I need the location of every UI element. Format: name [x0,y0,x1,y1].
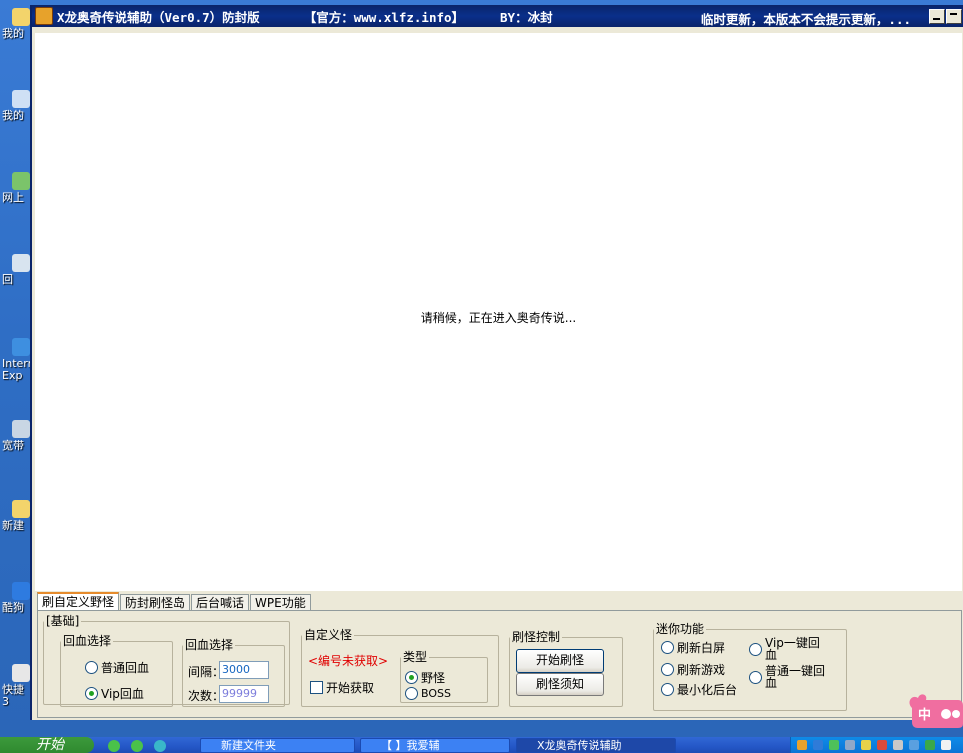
minimize-button[interactable] [929,9,945,24]
radio-vip-heal[interactable]: Vip回血 [85,685,144,702]
farm-control-legend: 刷怪控制 [512,630,561,644]
taskbar: 开始 新建文件夹 【 】我爱辅 X龙奥奇传说辅助 [0,737,963,753]
shortcut-icon [12,664,30,682]
official-site: 【官方：www.xlfz.info】 [303,9,465,25]
app-icon [35,7,53,25]
recycle-bin-icon [12,254,30,272]
custom-monster-legend: 自定义怪 [304,628,353,642]
kugou-icon [12,582,30,600]
update-notice: 临时更新，本版本不会提示更新，... [700,12,911,27]
tray-volume-icon[interactable] [941,740,951,750]
radio-circle-icon [749,670,762,684]
radio-refresh-game[interactable]: 刷新游戏 [661,661,725,678]
heal-settings-legend: 回血选择 [185,638,234,652]
start-fetch-checkbox[interactable]: 开始获取 [310,679,374,696]
taskbar-item-browser[interactable]: 【 】我爱辅 [360,738,510,753]
ime-label: 中 [918,708,932,723]
tab-anti-ban-island[interactable]: 防封刷怪岛 [120,594,191,611]
game-view[interactable]: 请稍候，正在进入奥奇传说... [35,33,962,591]
mini-functions-group: 迷你功能 刷新白屏 Vip一键回血 刷新游戏 普通一键回血 最小化后台 [653,623,847,711]
farm-notes-button[interactable]: 刷怪须知 [516,673,604,696]
radio-normal-quick-heal[interactable]: 普通一键回血 [749,665,829,689]
heal-mode-legend: 回血选择 [63,634,112,648]
tab-background-chat[interactable]: 后台喊话 [191,594,250,611]
title-bar[interactable]: X龙奥奇传说辅助（Ver0.7）防封版 【官方：www.xlfz.info】 B… [32,5,963,27]
computer-icon [12,90,30,108]
radio-circle-icon [661,641,674,654]
tab-bar: 刷自定义野怪 防封刷怪岛 后台喊话 WPE功能 [37,592,312,612]
taskbar-item-folder[interactable]: 新建文件夹 [200,738,355,753]
tray-icon[interactable] [909,740,919,750]
author: BY：冰封 [500,9,553,25]
minimize-icon [933,18,940,20]
tray-icon[interactable] [877,740,887,750]
desktop-icon-ie[interactable]: Internet Exp [2,338,46,382]
basic-group: [基础] 回血选择 普通回血 Vip回血 回血选择 间隔： 3000 次数： 9… [43,614,290,707]
desktop-icon-network[interactable]: 网上 [2,172,32,204]
radio-circle-icon [749,642,762,656]
window-title: X龙奥奇传说辅助（Ver0.7）防封版 [57,9,260,25]
maximize-icon [950,13,957,15]
custom-monster-group: 自定义怪 <编号未获取> 开始获取 类型 野怪 BOSS [301,629,499,707]
count-input[interactable]: 99999 [219,685,269,703]
radio-wild-monster[interactable]: 野怪 [405,669,445,686]
radio-circle-icon [661,663,674,676]
tab-custom-monster[interactable]: 刷自定义野怪 [37,592,120,612]
monster-type-group: 类型 野怪 BOSS [400,651,488,703]
radio-selected-icon [85,687,98,700]
radio-refresh-whitescreen[interactable]: 刷新白屏 [661,639,725,656]
radio-boss[interactable]: BOSS [405,687,451,700]
heal-mode-group: 回血选择 普通回血 Vip回血 [60,635,173,707]
tray-icon[interactable] [925,740,935,750]
monster-id-status: <编号未获取> [308,654,389,668]
radio-selected-icon [405,671,418,684]
radio-minimize-background[interactable]: 最小化后台 [661,681,737,698]
tab-wpe[interactable]: WPE功能 [250,594,311,611]
quick-launch-icon[interactable] [154,740,166,752]
quick-launch-icon[interactable] [131,740,143,752]
tray-icon[interactable] [893,740,903,750]
checkbox-icon [310,681,323,694]
radio-circle-icon [85,661,98,674]
quick-launch-icon[interactable] [108,740,120,752]
broadband-icon [12,420,30,438]
mini-functions-legend: 迷你功能 [656,622,705,636]
tray-icon[interactable] [861,740,871,750]
folder-icon [12,8,30,26]
tray-app-icon[interactable] [797,740,807,750]
basic-legend: [基础] [46,614,80,628]
desktop-icon-new[interactable]: 新建 [2,500,32,532]
desktop-icon-my-docs[interactable]: 我的 [2,8,32,40]
tray-network-icon[interactable] [845,740,855,750]
internet-explorer-icon [12,338,30,356]
desktop-icon-recycle[interactable]: 回 [2,254,32,286]
radio-normal-heal[interactable]: 普通回血 [85,659,149,676]
main-window: X龙奥奇传说辅助（Ver0.7）防封版 【官方：www.xlfz.info】 B… [30,5,963,720]
interval-input[interactable]: 3000 [219,661,269,679]
farm-control-group: 刷怪控制 开始刷怪 刷怪须知 [509,631,623,707]
desktop-icon-kugou[interactable]: 酷狗 [2,582,32,614]
tray-qq-icon[interactable] [813,740,823,750]
start-farm-button[interactable]: 开始刷怪 [516,649,604,673]
start-button[interactable]: 开始 [0,737,94,753]
monster-type-legend: 类型 [403,650,428,664]
maximize-button[interactable] [946,9,962,24]
taskbar-item-app[interactable]: X龙奥奇传说辅助 [516,738,676,753]
radio-vip-quick-heal[interactable]: Vip一键回血 [749,637,829,661]
desktop-icon-my-computer[interactable]: 我的 [2,90,32,122]
desktop-icon-shortcut[interactable]: 快捷 3 [2,664,32,708]
ime-indicator[interactable]: 中 [904,690,963,730]
radio-circle-icon [661,683,674,696]
radio-circle-icon [405,687,418,700]
heal-settings-group: 回血选择 间隔： 3000 次数： 99999 [182,639,285,707]
folder-icon [12,500,30,518]
network-icon [12,172,30,190]
tab-panel: [基础] 回血选择 普通回血 Vip回血 回血选择 间隔： 3000 次数： 9… [37,610,962,718]
tray-icon[interactable] [829,740,839,750]
loading-text: 请稍候，正在进入奥奇传说... [420,311,577,325]
desktop-icon-broadband[interactable]: 宽带 [2,420,32,452]
ime-cloud-icon [909,694,963,728]
system-tray [790,737,963,753]
